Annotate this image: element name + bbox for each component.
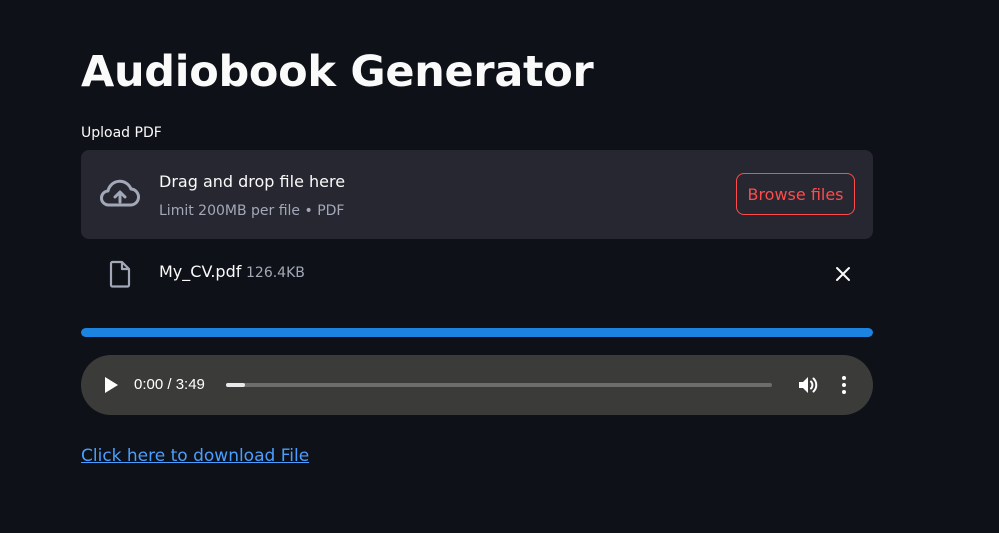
upload-label: Upload PDF — [81, 125, 162, 141]
browse-files-button[interactable]: Browse files — [736, 173, 855, 215]
app-page: Audiobook Generator Upload PDF Drag and … — [0, 0, 999, 533]
progress-bar-fill — [81, 328, 873, 337]
close-icon[interactable] — [833, 264, 853, 284]
play-icon[interactable] — [102, 375, 120, 395]
volume-icon[interactable] — [797, 374, 819, 396]
uploaded-file-row: My_CV.pdf 126.4KB — [81, 253, 873, 295]
audio-seek-fill — [226, 383, 246, 387]
progress-bar — [81, 328, 873, 337]
audio-player: 0:00 / 3:49 — [81, 355, 873, 415]
audio-time-display: 0:00 / 3:49 — [134, 376, 205, 393]
audio-seek-bar[interactable] — [226, 383, 772, 387]
file-icon — [109, 260, 131, 288]
dropzone-instructions: Drag and drop file here — [159, 172, 346, 191]
file-size: 126.4KB — [246, 265, 305, 281]
more-vertical-icon[interactable] — [837, 374, 851, 396]
dropzone-limit-text: Limit 200MB per file • PDF — [159, 203, 345, 219]
download-file-link[interactable]: Click here to download File — [81, 445, 309, 467]
page-title: Audiobook Generator — [81, 47, 594, 97]
file-name: My_CV.pdf — [159, 262, 242, 281]
cloud-upload-icon — [100, 179, 140, 207]
file-dropzone[interactable]: Drag and drop file here Limit 200MB per … — [81, 150, 873, 239]
